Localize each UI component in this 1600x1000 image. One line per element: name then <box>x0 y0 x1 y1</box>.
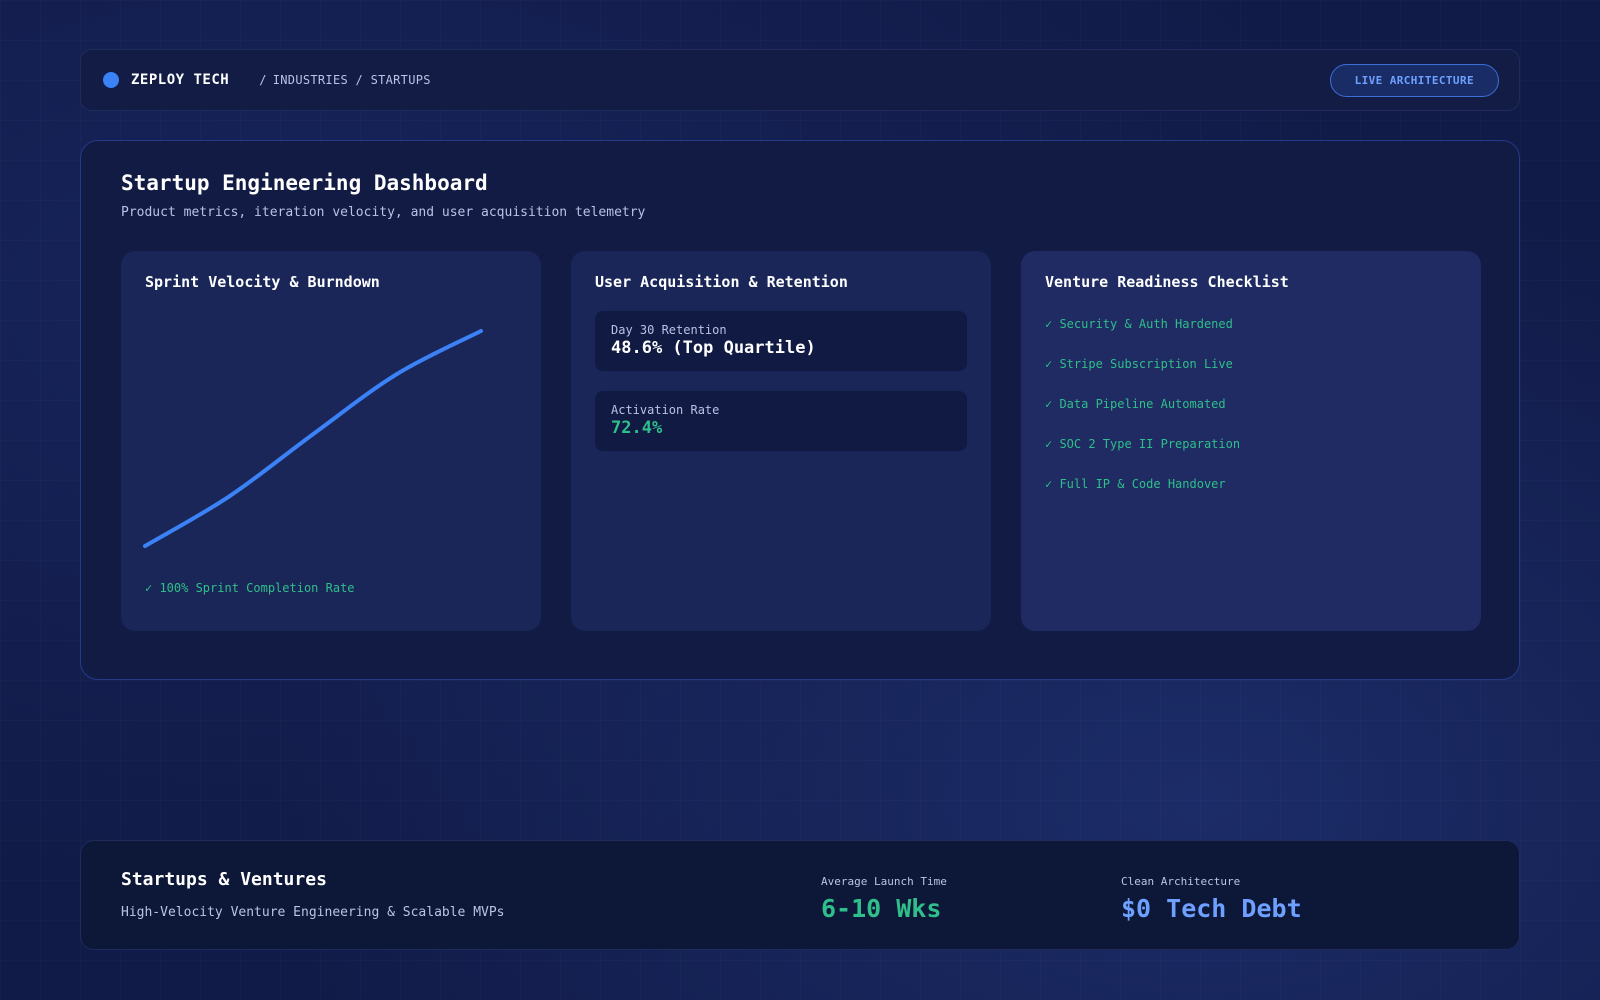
page-subtitle: Product metrics, iteration velocity, and… <box>121 205 646 220</box>
live-architecture-button[interactable]: LIVE ARCHITECTURE <box>1329 63 1499 97</box>
tech-debt-stat: Clean Architecture $0 Tech Debt <box>1121 875 1302 923</box>
launch-time-stat: Average Launch Time 6-10 Wks <box>821 875 947 923</box>
breadcrumb-path[interactable]: INDUSTRIES / STARTUPS <box>273 73 431 87</box>
checklist-item: ✓ Security & Auth Hardened <box>1045 317 1233 331</box>
venture-readiness-card: Venture Readiness Checklist ✓ Security &… <box>1021 251 1481 631</box>
checklist-item: ✓ Data Pipeline Automated <box>1045 397 1226 411</box>
sprint-velocity-card: Sprint Velocity & Burndown ✓ 100% Sprint… <box>121 251 541 631</box>
launch-time-value: 6-10 Wks <box>821 894 942 923</box>
velocity-series-line <box>143 329 483 548</box>
retention-label: Day 30 Retention <box>611 323 727 337</box>
activation-metric: Activation Rate 72.4% <box>595 391 967 451</box>
dashboard-panel: Startup Engineering Dashboard Product me… <box>80 140 1520 680</box>
activation-value: 72.4% <box>611 418 663 438</box>
sprint-completion-note: ✓ 100% Sprint Completion Rate <box>145 581 355 595</box>
sprint-velocity-chart <box>143 329 483 548</box>
tech-debt-value: $0 Tech Debt <box>1121 894 1302 923</box>
activation-label: Activation Rate <box>611 403 720 417</box>
user-acquisition-card: User Acquisition & Retention Day 30 Rete… <box>571 251 991 631</box>
launch-time-label: Average Launch Time <box>821 875 947 888</box>
breadcrumb: / INDUSTRIES / STARTUPS <box>259 73 431 87</box>
user-acquisition-title: User Acquisition & Retention <box>595 273 848 291</box>
breadcrumb-separator: / <box>259 73 267 87</box>
checklist-item: ✓ SOC 2 Type II Preparation <box>1045 437 1241 451</box>
page-title: Startup Engineering Dashboard <box>121 171 488 195</box>
brand-name[interactable]: ZEPLOY TECH <box>131 72 229 88</box>
top-nav: ZEPLOY TECH / INDUSTRIES / STARTUPS LIVE … <box>80 49 1520 111</box>
tech-debt-label: Clean Architecture <box>1121 875 1241 888</box>
footer-title: Startups & Ventures <box>121 869 327 890</box>
retention-metric: Day 30 Retention 48.6% (Top Quartile) <box>595 311 967 371</box>
brand-logo-dot-icon <box>103 72 119 88</box>
checklist-item: ✓ Full IP & Code Handover <box>1045 477 1226 491</box>
retention-value: 48.6% (Top Quartile) <box>611 338 816 358</box>
venture-readiness-title: Venture Readiness Checklist <box>1045 273 1289 291</box>
footer-subtitle: High-Velocity Venture Engineering & Scal… <box>121 905 505 920</box>
readiness-checklist: ✓ Security & Auth Hardened ✓ Stripe Subs… <box>1045 317 1240 517</box>
industry-summary-footer: Startups & Ventures High-Velocity Ventur… <box>80 840 1520 950</box>
checklist-item: ✓ Stripe Subscription Live <box>1045 357 1233 371</box>
